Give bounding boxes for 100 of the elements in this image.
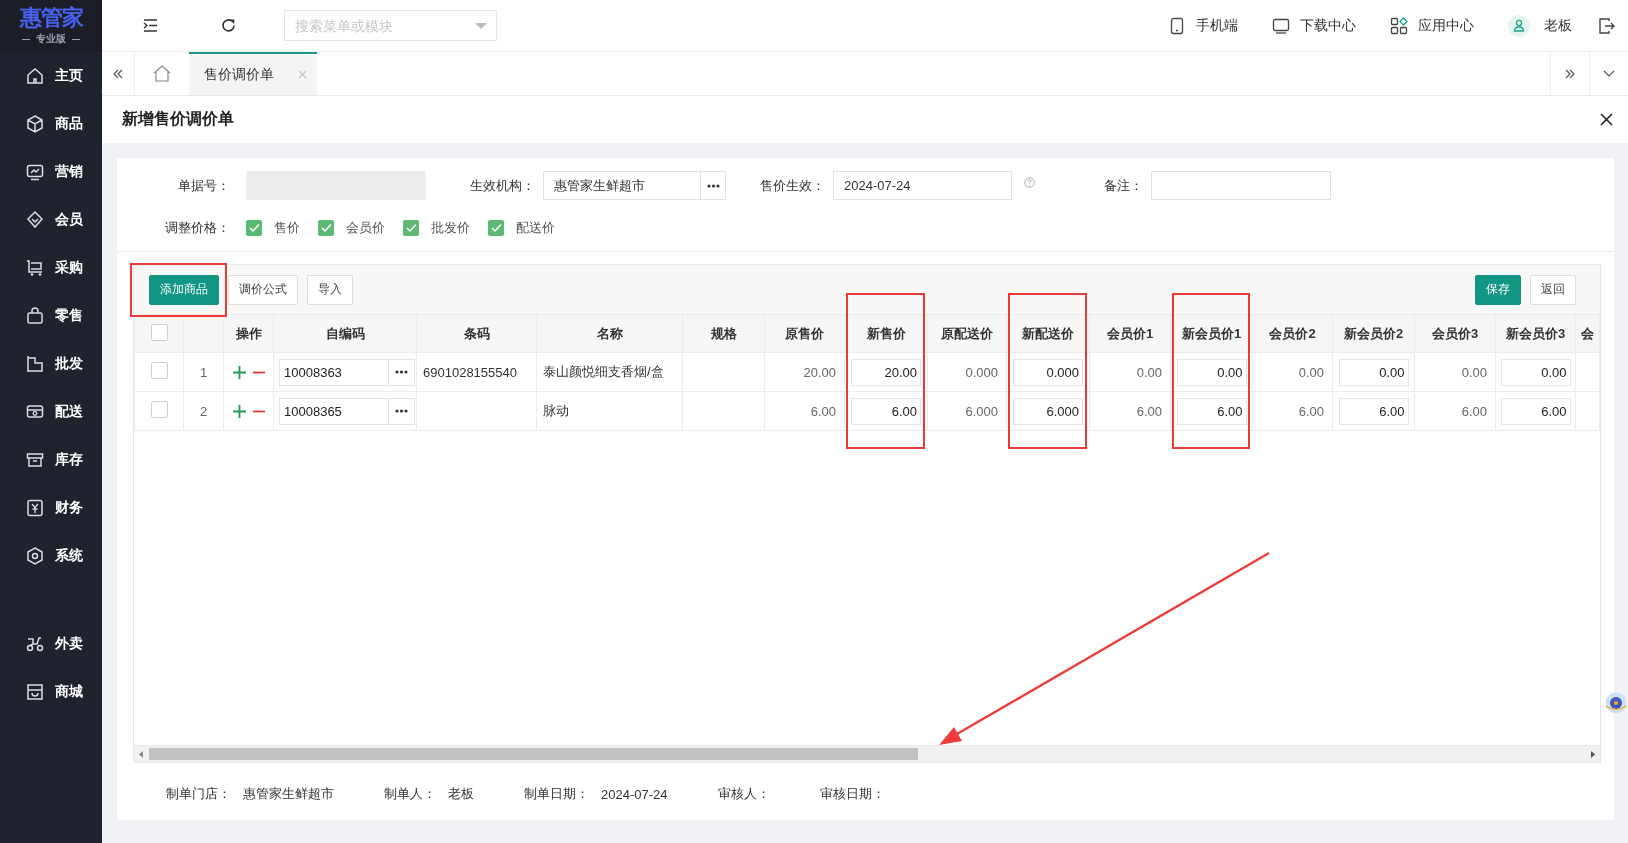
row-number: 2: [199, 403, 208, 419]
plus-icon[interactable]: [232, 404, 246, 418]
sidebar-item[interactable]: 商城: [0, 668, 102, 716]
price-input[interactable]: 0.00: [1338, 358, 1409, 386]
footer-label: 制单门店：: [166, 785, 231, 803]
sidebar-item[interactable]: 批发: [0, 340, 102, 388]
logout-icon[interactable]: [1598, 16, 1616, 35]
horizontal-scrollbar[interactable]: [134, 745, 1600, 762]
column-header: 会员价3: [1414, 314, 1496, 353]
checkbox[interactable]: [318, 219, 334, 236]
toolbar-button[interactable]: 保存: [1475, 274, 1521, 305]
sidebar-item[interactable]: 采购: [0, 244, 102, 292]
edition-label: 专业版: [36, 32, 66, 46]
toolbar-button[interactable]: 导入: [307, 274, 353, 305]
minus-icon[interactable]: [252, 370, 265, 374]
checkbox[interactable]: [488, 219, 504, 236]
scroll-right-icon[interactable]: [1591, 750, 1595, 758]
sidebar-item[interactable]: 财务: [0, 484, 102, 532]
sidebar-item[interactable]: 零售: [0, 292, 102, 340]
checkbox-label[interactable]: 售价: [274, 218, 300, 237]
sidebar-item[interactable]: 营销: [0, 148, 102, 196]
field-label: 生效机构：: [469, 176, 535, 195]
check-icon: [320, 222, 332, 233]
minus-icon[interactable]: [252, 409, 265, 413]
remark-field[interactable]: [1151, 171, 1331, 200]
table-cell: 6901028155540: [423, 364, 517, 380]
sidebar-item[interactable]: 库存: [0, 436, 102, 484]
user-name[interactable]: 老板: [1544, 16, 1572, 35]
price-input[interactable]: 6.00: [851, 397, 921, 425]
menu-icon[interactable]: [141, 17, 159, 34]
assistant-icon[interactable]: [1605, 692, 1627, 714]
checkbox[interactable]: [403, 219, 419, 236]
scrollbar-thumb[interactable]: [149, 748, 918, 760]
row-number: 1: [199, 364, 208, 380]
table-cell: 6.00: [810, 403, 836, 419]
checkbox-label[interactable]: 配送价: [516, 218, 555, 237]
sidebar-item[interactable]: 系统: [0, 532, 102, 580]
tab[interactable]: 售价调价单: [189, 52, 317, 95]
sidebar-item[interactable]: 主页: [0, 52, 102, 100]
sidebar-item[interactable]: 外卖: [0, 620, 102, 668]
store-icon: [25, 682, 45, 702]
price-input[interactable]: 6.00: [1338, 397, 1409, 425]
checkbox[interactable]: [246, 219, 262, 236]
column-header: 新会员价3: [1495, 314, 1576, 353]
cart-icon: [25, 258, 45, 278]
sidebar-item[interactable]: 配送: [0, 388, 102, 436]
column-header: 自编码: [273, 314, 417, 353]
column-header: 规格: [682, 314, 765, 353]
header-link[interactable]: 手机端: [1168, 16, 1238, 35]
app-logo: 惠管家: [19, 6, 83, 30]
close-icon[interactable]: [1600, 113, 1613, 126]
toolbar-button[interactable]: 添加商品: [149, 274, 219, 305]
column-header: 操作: [223, 314, 274, 353]
sidebar-item[interactable]: 会员: [0, 196, 102, 244]
column-header: 会员价2: [1252, 314, 1333, 353]
price-input[interactable]: 0.00: [1500, 358, 1571, 386]
sidebar-item[interactable]: 商品: [0, 100, 102, 148]
org-field[interactable]: 惠管家生鲜超市: [543, 171, 701, 200]
checkbox-label[interactable]: 会员价: [346, 218, 385, 237]
header-link[interactable]: 下载中心: [1272, 16, 1356, 35]
refresh-icon[interactable]: [219, 17, 237, 34]
more-icon: [706, 183, 720, 188]
column-header: 新会员价1: [1170, 314, 1253, 353]
chevron-down-icon: [1603, 70, 1615, 77]
toolbar-button[interactable]: 调价公式: [228, 274, 298, 305]
checkbox[interactable]: [150, 401, 168, 418]
diamond-icon: [25, 210, 45, 230]
cube-icon: [25, 114, 45, 134]
header-link[interactable]: 应用中心: [1390, 16, 1474, 35]
price-input[interactable]: 6.000: [1013, 397, 1083, 425]
field-label: 售价生效：: [759, 176, 825, 195]
more-button[interactable]: [389, 358, 415, 386]
apps-icon: [1390, 16, 1408, 35]
home-icon: [25, 66, 45, 86]
yen-icon: [25, 498, 45, 518]
code-input[interactable]: 10008363: [279, 358, 389, 386]
scooter-icon: [25, 634, 45, 654]
price-input[interactable]: 0.000: [1013, 358, 1083, 386]
field-label: 调整价格：: [164, 218, 230, 237]
avatar-icon[interactable]: [1508, 14, 1530, 37]
toolbar-button[interactable]: 返回: [1530, 274, 1576, 305]
price-input[interactable]: 6.00: [1500, 397, 1571, 425]
date-field[interactable]: 2024-07-24: [833, 171, 1012, 200]
more-button[interactable]: [389, 397, 415, 425]
checkbox-label[interactable]: 批发价: [431, 218, 470, 237]
more-button[interactable]: [701, 171, 726, 200]
price-input[interactable]: 0.00: [1176, 358, 1247, 386]
table-cell: 20.00: [803, 364, 836, 380]
checkbox[interactable]: [150, 323, 168, 341]
checkbox[interactable]: [150, 362, 168, 379]
column-header: 会员价1: [1089, 314, 1171, 353]
code-input[interactable]: 10008365: [279, 397, 389, 425]
double-chevron-right-icon: [1564, 68, 1576, 79]
column-header: 会: [1575, 314, 1600, 353]
price-input[interactable]: 6.00: [1176, 397, 1247, 425]
price-input[interactable]: 20.00: [851, 358, 921, 386]
scroll-left-icon[interactable]: [139, 750, 143, 758]
plus-icon[interactable]: [232, 365, 246, 379]
page-title: 新增售价调价单: [122, 109, 235, 129]
more-icon: [395, 409, 408, 413]
